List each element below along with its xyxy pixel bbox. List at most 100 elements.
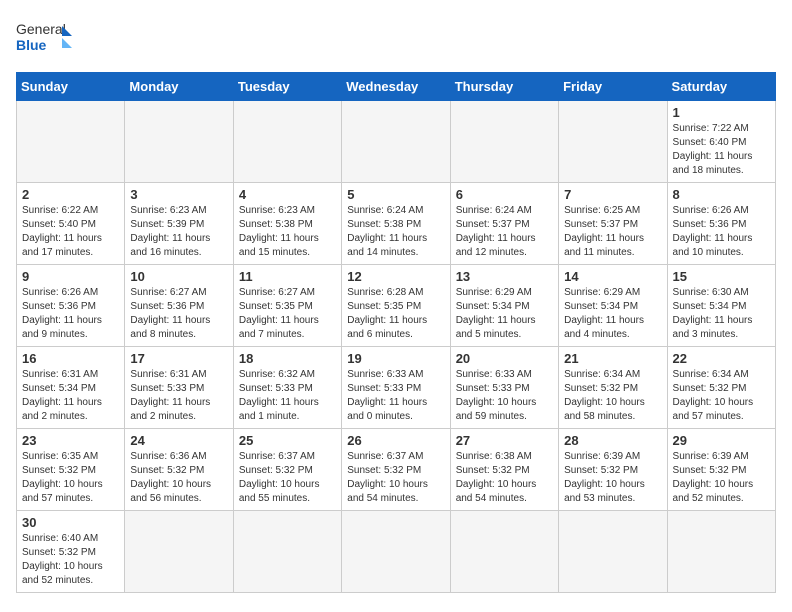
day-info: Sunrise: 6:23 AM Sunset: 5:39 PM Dayligh… <box>130 204 227 260</box>
calendar-cell <box>17 101 125 183</box>
day-info: Sunrise: 6:24 AM Sunset: 5:37 PM Dayligh… <box>456 204 553 260</box>
day-number: 1 <box>673 105 770 120</box>
svg-text:Blue: Blue <box>16 37 47 53</box>
calendar-table: SundayMondayTuesdayWednesdayThursdayFrid… <box>16 72 776 593</box>
day-number: 22 <box>673 351 770 366</box>
day-number: 27 <box>456 433 553 448</box>
day-number: 2 <box>22 187 119 202</box>
calendar-cell: 28 Sunrise: 6:39 AM Sunset: 5:32 PM Dayli… <box>559 429 667 511</box>
day-number: 21 <box>564 351 661 366</box>
day-info: Sunrise: 6:29 AM Sunset: 5:34 PM Dayligh… <box>456 286 553 342</box>
day-number: 3 <box>130 187 227 202</box>
day-number: 14 <box>564 269 661 284</box>
day-info: Sunrise: 6:40 AM Sunset: 5:32 PM Dayligh… <box>22 532 119 588</box>
calendar-cell: 25 Sunrise: 6:37 AM Sunset: 5:32 PM Dayli… <box>233 429 341 511</box>
day-number: 28 <box>564 433 661 448</box>
calendar-cell: 8 Sunrise: 6:26 AM Sunset: 5:36 PM Daylig… <box>667 183 775 265</box>
calendar-cell: 10 Sunrise: 6:27 AM Sunset: 5:36 PM Dayli… <box>125 265 233 347</box>
day-info: Sunrise: 6:31 AM Sunset: 5:34 PM Dayligh… <box>22 368 119 424</box>
calendar-cell <box>559 101 667 183</box>
day-number: 29 <box>673 433 770 448</box>
day-info: Sunrise: 6:39 AM Sunset: 5:32 PM Dayligh… <box>673 450 770 506</box>
page-header: GeneralBlue <box>16 16 776 60</box>
day-header-tuesday: Tuesday <box>233 73 341 101</box>
day-info: Sunrise: 6:30 AM Sunset: 5:34 PM Dayligh… <box>673 286 770 342</box>
day-info: Sunrise: 6:22 AM Sunset: 5:40 PM Dayligh… <box>22 204 119 260</box>
day-number: 7 <box>564 187 661 202</box>
calendar-week-row: 23Sunrise: 6:35 AM Sunset: 5:32 PM Dayli… <box>17 429 776 511</box>
calendar-cell: 11 Sunrise: 6:27 AM Sunset: 5:35 PM Dayli… <box>233 265 341 347</box>
day-number: 16 <box>22 351 119 366</box>
calendar-cell <box>125 101 233 183</box>
calendar-week-row: 9Sunrise: 6:26 AM Sunset: 5:36 PM Daylig… <box>17 265 776 347</box>
calendar-header-row: SundayMondayTuesdayWednesdayThursdayFrid… <box>17 73 776 101</box>
calendar-cell: 5 Sunrise: 6:24 AM Sunset: 5:38 PM Daylig… <box>342 183 450 265</box>
calendar-cell: 19Sunrise: 6:33 AM Sunset: 5:33 PM Dayli… <box>342 347 450 429</box>
day-number: 13 <box>456 269 553 284</box>
day-number: 12 <box>347 269 444 284</box>
day-info: Sunrise: 6:37 AM Sunset: 5:32 PM Dayligh… <box>239 450 336 506</box>
calendar-cell: 29 Sunrise: 6:39 AM Sunset: 5:32 PM Dayli… <box>667 429 775 511</box>
day-info: Sunrise: 6:24 AM Sunset: 5:38 PM Dayligh… <box>347 204 444 260</box>
day-number: 5 <box>347 187 444 202</box>
day-info: Sunrise: 6:27 AM Sunset: 5:36 PM Dayligh… <box>130 286 227 342</box>
day-number: 6 <box>456 187 553 202</box>
day-number: 9 <box>22 269 119 284</box>
calendar-cell: 23Sunrise: 6:35 AM Sunset: 5:32 PM Dayli… <box>17 429 125 511</box>
day-number: 4 <box>239 187 336 202</box>
calendar-cell: 17Sunrise: 6:31 AM Sunset: 5:33 PM Dayli… <box>125 347 233 429</box>
calendar-cell: 4 Sunrise: 6:23 AM Sunset: 5:38 PM Daylig… <box>233 183 341 265</box>
calendar-cell <box>233 101 341 183</box>
calendar-cell: 14 Sunrise: 6:29 AM Sunset: 5:34 PM Dayli… <box>559 265 667 347</box>
calendar-cell: 22 Sunrise: 6:34 AM Sunset: 5:32 PM Dayli… <box>667 347 775 429</box>
logo: GeneralBlue <box>16 16 76 60</box>
day-number: 11 <box>239 269 336 284</box>
day-number: 25 <box>239 433 336 448</box>
day-header-friday: Friday <box>559 73 667 101</box>
day-number: 19 <box>347 351 444 366</box>
day-info: Sunrise: 6:29 AM Sunset: 5:34 PM Dayligh… <box>564 286 661 342</box>
svg-text:General: General <box>16 21 66 37</box>
day-header-thursday: Thursday <box>450 73 558 101</box>
calendar-cell: 21Sunrise: 6:34 AM Sunset: 5:32 PM Dayli… <box>559 347 667 429</box>
day-info: Sunrise: 6:23 AM Sunset: 5:38 PM Dayligh… <box>239 204 336 260</box>
calendar-cell: 26 Sunrise: 6:37 AM Sunset: 5:32 PM Dayli… <box>342 429 450 511</box>
calendar-cell: 3 Sunrise: 6:23 AM Sunset: 5:39 PM Daylig… <box>125 183 233 265</box>
day-info: Sunrise: 7:22 AM Sunset: 6:40 PM Dayligh… <box>673 122 770 178</box>
calendar-week-row: 1 Sunrise: 7:22 AM Sunset: 6:40 PM Daylig… <box>17 101 776 183</box>
calendar-cell <box>667 511 775 593</box>
calendar-cell: 27 Sunrise: 6:38 AM Sunset: 5:32 PM Dayli… <box>450 429 558 511</box>
day-info: Sunrise: 6:25 AM Sunset: 5:37 PM Dayligh… <box>564 204 661 260</box>
calendar-week-row: 30 Sunrise: 6:40 AM Sunset: 5:32 PM Dayli… <box>17 511 776 593</box>
calendar-cell: 12Sunrise: 6:28 AM Sunset: 5:35 PM Dayli… <box>342 265 450 347</box>
day-info: Sunrise: 6:26 AM Sunset: 5:36 PM Dayligh… <box>673 204 770 260</box>
day-number: 8 <box>673 187 770 202</box>
calendar-cell <box>450 101 558 183</box>
calendar-cell: 1 Sunrise: 7:22 AM Sunset: 6:40 PM Daylig… <box>667 101 775 183</box>
calendar-cell <box>233 511 341 593</box>
day-number: 20 <box>456 351 553 366</box>
calendar-week-row: 2 Sunrise: 6:22 AM Sunset: 5:40 PM Daylig… <box>17 183 776 265</box>
calendar-cell: 9Sunrise: 6:26 AM Sunset: 5:36 PM Daylig… <box>17 265 125 347</box>
calendar-cell: 18Sunrise: 6:32 AM Sunset: 5:33 PM Dayli… <box>233 347 341 429</box>
day-header-monday: Monday <box>125 73 233 101</box>
day-info: Sunrise: 6:38 AM Sunset: 5:32 PM Dayligh… <box>456 450 553 506</box>
day-info: Sunrise: 6:35 AM Sunset: 5:32 PM Dayligh… <box>22 450 119 506</box>
calendar-cell: 20Sunrise: 6:33 AM Sunset: 5:33 PM Dayli… <box>450 347 558 429</box>
calendar-cell <box>342 511 450 593</box>
day-info: Sunrise: 6:27 AM Sunset: 5:35 PM Dayligh… <box>239 286 336 342</box>
day-number: 10 <box>130 269 227 284</box>
calendar-cell: 2 Sunrise: 6:22 AM Sunset: 5:40 PM Daylig… <box>17 183 125 265</box>
day-number: 30 <box>22 515 119 530</box>
calendar-cell: 6 Sunrise: 6:24 AM Sunset: 5:37 PM Daylig… <box>450 183 558 265</box>
calendar-week-row: 16 Sunrise: 6:31 AM Sunset: 5:34 PM Dayli… <box>17 347 776 429</box>
calendar-cell: 7 Sunrise: 6:25 AM Sunset: 5:37 PM Daylig… <box>559 183 667 265</box>
day-info: Sunrise: 6:37 AM Sunset: 5:32 PM Dayligh… <box>347 450 444 506</box>
day-number: 26 <box>347 433 444 448</box>
calendar-cell: 30 Sunrise: 6:40 AM Sunset: 5:32 PM Dayli… <box>17 511 125 593</box>
day-info: Sunrise: 6:39 AM Sunset: 5:32 PM Dayligh… <box>564 450 661 506</box>
day-number: 17 <box>130 351 227 366</box>
day-info: Sunrise: 6:34 AM Sunset: 5:32 PM Dayligh… <box>673 368 770 424</box>
calendar-cell <box>342 101 450 183</box>
calendar-cell: 16 Sunrise: 6:31 AM Sunset: 5:34 PM Dayli… <box>17 347 125 429</box>
